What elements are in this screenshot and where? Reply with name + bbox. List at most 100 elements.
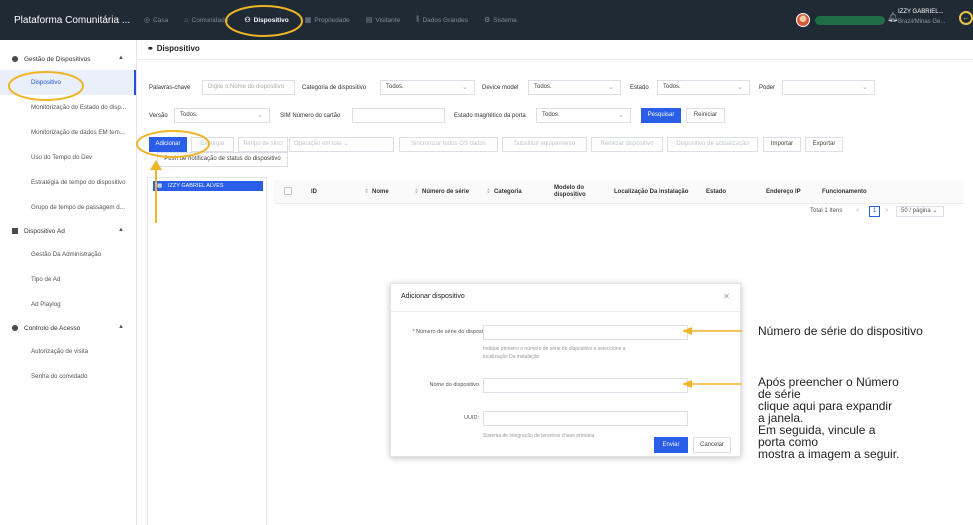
sync-all-button[interactable]: Sincronizar todos OS dados bbox=[399, 137, 498, 152]
serial-label-text: Número de série do disposi bbox=[416, 329, 483, 335]
app-brand[interactable]: Plataforma Comunitária ... bbox=[0, 15, 140, 26]
top-navigation-bar: Plataforma Comunitária ... ◎ Casa ⌂ Comuni… bbox=[0, 0, 973, 40]
chevron-up-icon: ▲ bbox=[118, 324, 124, 330]
sim-input[interactable] bbox=[352, 108, 445, 123]
export-button[interactable]: Exportar bbox=[805, 137, 843, 152]
category-select[interactable]: Todos. ⌄ bbox=[380, 80, 475, 95]
import-button[interactable]: Importar bbox=[763, 137, 801, 152]
batch-operation-label: Operação em lote bbox=[294, 141, 342, 147]
submit-button[interactable]: Enviar bbox=[654, 437, 688, 453]
chart-icon: ⫼ bbox=[416, 16, 420, 23]
nav-visitante[interactable]: ▤ Visitante bbox=[366, 16, 401, 25]
sidebar-item-monitor-estado[interactable]: Monitorização do Estado do disp... bbox=[0, 95, 136, 120]
batch-operation-dropdown[interactable]: Operação em lote ⌄ bbox=[289, 137, 394, 152]
sidebar-item-dispositivo[interactable]: Dispositivo bbox=[0, 70, 136, 95]
model-select[interactable]: Todos. ⌄ bbox=[528, 80, 621, 95]
sidebar-item-estrategia[interactable]: Estratégia de tempo do dispositivo bbox=[0, 170, 136, 195]
reset-button[interactable]: Reiniciar bbox=[686, 108, 725, 123]
nav-comunidade[interactable]: ⌂ Comunidade bbox=[184, 17, 228, 24]
avatar[interactable] bbox=[796, 13, 810, 27]
col-id[interactable]: ID bbox=[311, 180, 317, 204]
sort-icon: ⇕ bbox=[364, 188, 370, 195]
serial-hint-line-1: Indique primeiro o número de série do di… bbox=[483, 346, 626, 352]
per-page-select[interactable]: 50 / página ⌄ bbox=[896, 206, 944, 217]
chevron-up-icon: ▲ bbox=[118, 227, 124, 233]
sidebar-group-ad[interactable]: Dispositivo Ad ▲ bbox=[0, 220, 136, 242]
device-name-input[interactable] bbox=[483, 378, 688, 393]
col-serial[interactable]: ⇕ Número de série bbox=[414, 180, 469, 204]
add-button[interactable]: Adicionar bbox=[149, 137, 187, 152]
device-name-label: Nome do dispositivo bbox=[429, 382, 479, 388]
col-categoria[interactable]: ⇕ Categoria bbox=[486, 180, 522, 204]
sort-icon: ⇕ bbox=[486, 188, 492, 195]
model-label: Device model bbox=[482, 85, 519, 91]
magnetic-select[interactable]: Todos. ⌄ bbox=[536, 108, 631, 123]
nav-sistema[interactable]: ⚙ Sistema bbox=[484, 16, 517, 25]
col-endereco-ip[interactable]: Endereço IP bbox=[766, 180, 801, 204]
sidebar-group-gestao[interactable]: Gestão de Dispositivos ▲ bbox=[0, 48, 136, 70]
state-select[interactable]: Todos. ⌄ bbox=[657, 80, 750, 95]
sidebar-item-monitor-dados[interactable]: Monitorização de dados EM tem... bbox=[0, 120, 136, 145]
col-nome[interactable]: ⇕ Nome bbox=[364, 180, 389, 204]
nav-dispositivo[interactable]: ⚇ Dispositivo bbox=[244, 16, 288, 25]
sidebar-item-uso-tempo[interactable]: Uso do Tempo do Dev bbox=[0, 145, 136, 170]
chevron-down-icon: ⌄ bbox=[343, 141, 349, 147]
search-button[interactable]: Pesquisar bbox=[641, 108, 681, 123]
main-nav: ◎ Casa ⌂ Comunidade ⚇ Dispositivo ▦ Propried… bbox=[144, 0, 533, 40]
col-localizacao[interactable]: Localização Da instalação bbox=[614, 180, 688, 204]
restart-device-button[interactable]: Reiniciar dispositivo bbox=[591, 137, 663, 152]
page-title: ⚭ Dispositivo bbox=[147, 44, 200, 53]
push-notification-button[interactable]: Push de notificação de status do disposi… bbox=[157, 152, 288, 167]
sim-label: SIM Número do cartão bbox=[280, 113, 341, 119]
version-label: Versão bbox=[149, 113, 168, 119]
col-estado[interactable]: Estado bbox=[706, 180, 726, 204]
sidebar-item-tipo-ad[interactable]: Tipo de Ad bbox=[0, 267, 136, 292]
nav-casa[interactable]: ◎ Casa bbox=[144, 16, 168, 25]
purge-button[interactable]: Expurgar bbox=[191, 137, 234, 152]
serial-hint-line-2: localização Da instalação bbox=[483, 354, 540, 360]
per-page-value: 50 / página bbox=[901, 208, 931, 214]
user-info[interactable]: IZZY GABRIEL... Brazil/Minas Ge... bbox=[898, 7, 958, 27]
power-label: Poder bbox=[759, 85, 776, 91]
user-location: Brazil/Minas Ge... bbox=[898, 19, 946, 25]
replace-equipment-button[interactable]: Substituir equipamento bbox=[502, 137, 587, 152]
nav-dados-grandes[interactable]: ⫼ Dados Grandes bbox=[416, 16, 468, 24]
serial-label: * Número de série do disposi bbox=[399, 329, 483, 335]
sidebar-group-label: Dispositivo Ad bbox=[24, 227, 65, 235]
col-label: Número de série bbox=[422, 188, 470, 195]
sync-time-button[interactable]: Tempo de sincr bbox=[238, 137, 288, 152]
nav-label: Dados Grandes bbox=[422, 16, 468, 24]
col-funcionamento[interactable]: Funcionamento bbox=[822, 180, 867, 204]
sidebar-item-grupo-tempo[interactable]: Grupo de tempo de passagem d... bbox=[0, 195, 136, 220]
chevron-left-icon[interactable]: < bbox=[856, 208, 860, 214]
update-device-button[interactable]: Dispositivo de actualização bbox=[667, 137, 758, 152]
annotation-instructions: Após preencher o Número de série clique … bbox=[758, 376, 899, 460]
nav-label: Comunidade bbox=[191, 16, 229, 24]
nav-propriedade[interactable]: ▦ Propriedade bbox=[305, 16, 350, 25]
sidebar-item-senha[interactable]: Senha do convidado bbox=[0, 364, 136, 389]
sidebar-item-autorizacao[interactable]: Autorização de visita bbox=[0, 339, 136, 364]
sidebar-item-ad-playlog[interactable]: Ad Playlog bbox=[0, 292, 136, 317]
access-icon bbox=[12, 325, 18, 331]
pager-current-page[interactable]: 1 bbox=[869, 206, 880, 217]
nav-label: Visitante bbox=[375, 16, 401, 24]
cancel-button[interactable]: Cancelar bbox=[693, 437, 731, 453]
sidebar-item-gestao-admin[interactable]: Gestão Da Administração bbox=[0, 242, 136, 267]
select-all-checkbox[interactable] bbox=[284, 187, 292, 195]
sidebar-group-acesso[interactable]: Controlo de Acesso ▲ bbox=[0, 317, 136, 339]
user-name: IZZY GABRIEL... bbox=[898, 9, 944, 15]
tree-node-selected[interactable]: ▩ IZZY GABRIEL ALVES bbox=[153, 181, 263, 191]
col-modelo[interactable]: Modelo do dispositivo bbox=[554, 180, 599, 204]
state-value: Todos. bbox=[663, 84, 681, 90]
power-select[interactable]: ⌄ bbox=[782, 80, 875, 95]
version-select[interactable]: Todos. ⌄ bbox=[174, 108, 270, 123]
logout-icon[interactable]: ← bbox=[959, 11, 973, 25]
keyword-input[interactable]: Digite o Nome do dispositivo bbox=[202, 80, 295, 95]
keyword-label: Palavras-chave bbox=[149, 85, 191, 91]
bell-icon[interactable]: 🔔︎ bbox=[887, 12, 898, 23]
serial-number-input[interactable] bbox=[483, 325, 688, 340]
chevron-down-icon: ⌄ bbox=[862, 84, 868, 91]
close-icon[interactable]: ✕ bbox=[723, 292, 730, 301]
uuid-input[interactable] bbox=[483, 411, 688, 426]
chevron-right-icon[interactable]: > bbox=[885, 208, 889, 214]
